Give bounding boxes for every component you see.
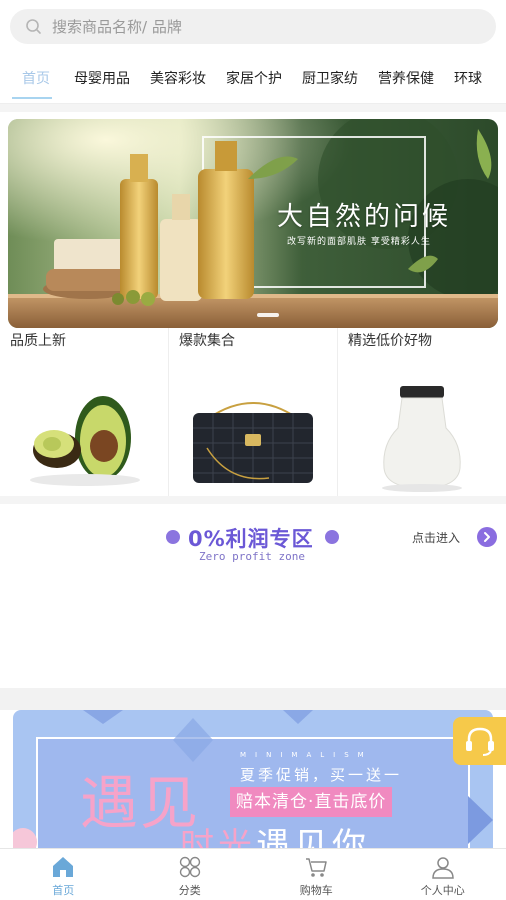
handbag-image	[193, 402, 313, 483]
product-hot-collection[interactable]: 爆款集合	[169, 328, 338, 496]
cart-icon	[306, 858, 327, 877]
chevron-right-icon[interactable]	[477, 527, 497, 547]
tab-beauty[interactable]: 美容彩妆	[140, 54, 216, 103]
search-input[interactable]	[52, 17, 452, 36]
bottom-nav: 首页 分类 购物车 个人中心	[0, 848, 506, 900]
carousel-indicator[interactable]	[257, 313, 279, 317]
nav-category[interactable]: 分类	[127, 849, 254, 900]
zero-profit-zone[interactable]: 0%利润专区 Zero profit zone 点击进入	[0, 504, 506, 688]
nav-label: 个人中心	[420, 884, 465, 897]
tab-kitchen-textile[interactable]: 厨卫家纺	[292, 54, 368, 103]
nav-home[interactable]: 首页	[0, 849, 127, 900]
nav-label: 首页	[52, 884, 75, 897]
divider	[0, 688, 506, 710]
tab-nutrition[interactable]: 营养保健	[368, 54, 444, 103]
search-icon	[24, 17, 44, 37]
product-label: 品质上新	[10, 333, 66, 349]
product-new-quality[interactable]: 品质上新	[0, 328, 169, 496]
promo-tagline: MINIMALISM	[240, 751, 373, 759]
tab-maternal-baby[interactable]: 母婴用品	[64, 54, 140, 103]
search-bar[interactable]	[10, 9, 496, 44]
product-label: 精选低价好物	[348, 333, 432, 349]
zone-subtitle: Zero profit zone	[199, 550, 305, 563]
product-label: 爆款集合	[179, 333, 235, 349]
zone-title: 0%利润专区	[188, 527, 314, 551]
headset-icon	[466, 727, 494, 756]
avocado-image	[30, 396, 140, 486]
promo-line1: 夏季促销，买一送一	[240, 766, 403, 784]
banner-title: 大自然的问候	[277, 202, 452, 232]
bottle-image	[382, 386, 462, 492]
user-icon	[431, 857, 454, 879]
zone-dot-left	[166, 530, 180, 544]
product-low-price[interactable]: 精选低价好物	[338, 328, 506, 496]
zone-enter-link[interactable]: 点击进入	[412, 529, 460, 546]
tab-home-care[interactable]: 家居个护	[216, 54, 292, 103]
divider	[0, 104, 506, 112]
nav-label: 购物车	[299, 884, 333, 897]
tab-global[interactable]: 环球	[444, 54, 492, 103]
category-tabs: 首页 母婴用品 美容彩妆 家居个护 厨卫家纺 营养保健 环球	[0, 54, 506, 104]
nav-label: 分类	[178, 884, 201, 897]
nav-cart[interactable]: 购物车	[253, 849, 380, 900]
promo-line2: 赔本清仓·直击底价	[230, 787, 393, 817]
banner-subtitle: 改写新的面部肌肤 享受精彩人生	[287, 237, 431, 247]
home-icon	[53, 857, 74, 877]
divider	[0, 496, 506, 504]
nav-profile[interactable]: 个人中心	[380, 849, 506, 900]
grid-icon	[179, 856, 200, 878]
banner-carousel[interactable]: 大自然的问候 改写新的面部肌肤 享受精彩人生	[8, 119, 498, 328]
featured-products: 品质上新 爆款集合 精选低价好物	[0, 328, 506, 496]
zone-dot-right	[325, 530, 339, 544]
customer-service-button[interactable]	[453, 717, 506, 765]
search-header	[0, 0, 506, 54]
tab-home[interactable]: 首页	[0, 54, 64, 103]
